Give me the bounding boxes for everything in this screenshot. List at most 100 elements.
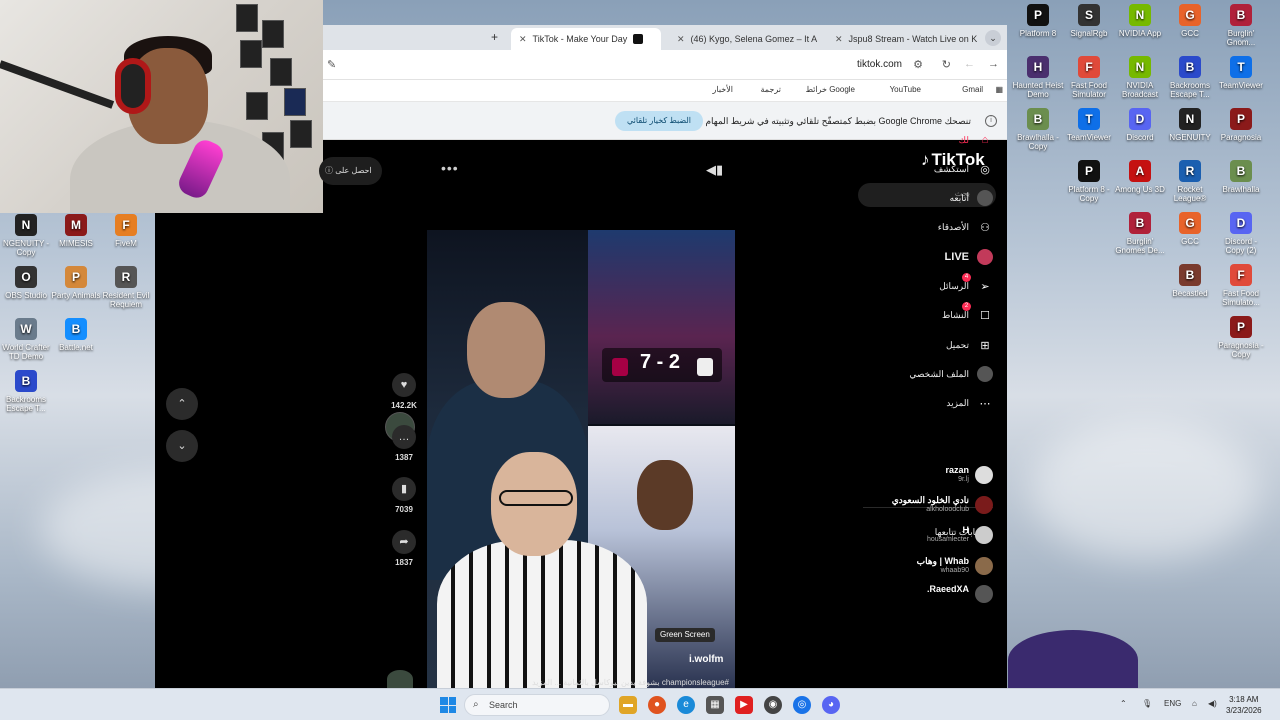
- file-explorer-icon[interactable]: ▬: [619, 696, 637, 714]
- desktop-icon[interactable]: G GCC: [1164, 212, 1216, 246]
- followed-account[interactable]: نادي الخلود السعودي alkholoodclub: [843, 495, 993, 517]
- close-icon[interactable]: ✕: [519, 34, 527, 45]
- clock[interactable]: 3:18 AM 3/23/2026: [1226, 694, 1262, 716]
- followed-account[interactable]: razan 9r.lj: [843, 465, 993, 487]
- desktop-icon[interactable]: R Rocket League®: [1164, 160, 1216, 203]
- desktop-icon-label: GCC: [1181, 237, 1199, 246]
- nav-item-3[interactable]: ⚇ الأصدقاء: [938, 217, 993, 237]
- nav-item-0[interactable]: ⌂ لك: [959, 130, 993, 150]
- forward-arrow-icon[interactable]: ←: [964, 58, 975, 70]
- bookmark-google-maps[interactable]: خرائط Google: [806, 85, 855, 94]
- desktop-icon[interactable]: D Discord - Copy (2): [1215, 212, 1267, 255]
- close-icon[interactable]: ✕: [677, 34, 685, 45]
- firefox-icon[interactable]: ●: [648, 696, 666, 714]
- desktop-icon[interactable]: N NVIDIA Broadcast: [1114, 56, 1166, 99]
- green-screen-tag[interactable]: Green Screen: [655, 628, 715, 642]
- desktop-icon[interactable]: N NGENUITY: [1164, 108, 1216, 142]
- desktop-icon[interactable]: P Platform 8 - Copy: [1063, 160, 1115, 203]
- more-options-icon[interactable]: •••: [441, 160, 459, 176]
- reload-icon[interactable]: ↻: [942, 58, 951, 71]
- nav-item-9[interactable]: ⋯ المزيد: [946, 393, 993, 413]
- desktop-icon[interactable]: B Backrooms Escape T...: [1164, 56, 1216, 99]
- desktop-icon[interactable]: F Fast Food Simulator: [1063, 56, 1115, 99]
- discord-taskbar-icon[interactable]: ◕: [822, 696, 840, 714]
- new-tab-button[interactable]: +: [491, 30, 498, 44]
- followed-account[interactable]: Hhousamlecter: [843, 525, 993, 547]
- desktop-icon[interactable]: B Becastled: [1164, 264, 1216, 298]
- close-icon[interactable]: ✕: [835, 34, 843, 45]
- desktop-icon[interactable]: P Paragnosia: [1215, 108, 1267, 142]
- desktop-icon[interactable]: S SignalRgb: [1063, 4, 1115, 38]
- nav-item-5[interactable]: ➢ الرسائل 4: [939, 273, 993, 296]
- desktop-icon[interactable]: G GCC: [1164, 4, 1216, 38]
- tab-youtube[interactable]: ✕ (46) Kygo, Selena Gomez – It A: [669, 28, 819, 50]
- nav-item-6[interactable]: ☐ النشاط 2: [941, 302, 993, 325]
- save-button[interactable]: ▮ 7039: [387, 477, 421, 514]
- video-player[interactable]: 7 - 2 Green Screen i.wolfm #championslea…: [427, 230, 735, 688]
- previous-video-button[interactable]: ⌃: [166, 388, 198, 420]
- url-text[interactable]: tiktok.com: [857, 59, 902, 70]
- steam-icon[interactable]: ◉: [764, 696, 782, 714]
- followed-account[interactable]: RaeedXA.: [843, 584, 993, 606]
- desktop-icon[interactable]: B Burglin' Gnomes De...: [1114, 212, 1166, 255]
- bookmark-news[interactable]: الأخبار: [713, 85, 733, 94]
- bookmark-translate[interactable]: ترجمة: [761, 85, 782, 94]
- bookmark-gmail[interactable]: Gmail: [962, 85, 983, 94]
- edit-icon[interactable]: ✎: [327, 58, 336, 71]
- site-settings-icon[interactable]: ⚙: [913, 58, 923, 71]
- like-button[interactable]: ♥ 142.2K: [387, 373, 421, 410]
- show-hidden-icons-icon[interactable]: ⌃: [1120, 699, 1127, 708]
- followed-account[interactable]: Whab | وهاب whaab90: [843, 556, 993, 578]
- desktop-icon[interactable]: T TeamViewer: [1063, 108, 1115, 142]
- nav-item-8[interactable]: الملف الشخصي: [909, 364, 993, 384]
- desktop-icon[interactable]: P Paragnosia - Copy: [1215, 316, 1267, 359]
- burglin-gnomes-icon: B: [1230, 4, 1252, 26]
- next-creator-avatar[interactable]: [387, 670, 413, 688]
- browser-window: + ✕ TikTok - Make Your Day ✕ (46) Kygo, …: [319, 25, 1007, 688]
- like-count: 142.2K: [391, 401, 417, 410]
- desktop-icon[interactable]: B Burglin' Gnom...: [1215, 4, 1267, 47]
- language-indicator[interactable]: ENG: [1164, 699, 1181, 708]
- tab-tiktok[interactable]: ✕ TikTok - Make Your Day: [511, 28, 661, 50]
- desktop-icon[interactable]: B Brawlhalla - Copy: [1012, 108, 1064, 151]
- youtube-app-icon[interactable]: ▶: [735, 696, 753, 714]
- comment-button[interactable]: … 1387: [387, 425, 421, 462]
- tab-search-chevron-icon[interactable]: ⌄: [985, 30, 1001, 46]
- desktop-icon[interactable]: B Brawlhalla: [1215, 160, 1267, 194]
- taskbar-search-input[interactable]: ⌕ Search: [464, 694, 610, 716]
- desktop-icon[interactable]: D Discord: [1114, 108, 1166, 142]
- account-name: RaeedXA.: [926, 584, 969, 594]
- nav-item-1[interactable]: ◎ استكشف: [934, 159, 993, 179]
- chrome-icon[interactable]: ◎: [793, 696, 811, 714]
- microphone-icon[interactable]: 🎙: [1142, 699, 1152, 708]
- volume-tray-icon[interactable]: ◀): [1208, 699, 1217, 708]
- bookmark-youtube[interactable]: YouTube: [890, 85, 921, 94]
- next-video-button[interactable]: ⌄: [166, 430, 198, 462]
- nav-item-7[interactable]: ⊞ تحميل: [946, 335, 993, 355]
- edge-icon[interactable]: e: [677, 696, 695, 714]
- desktop-icon[interactable]: P Platform 8: [1012, 4, 1064, 38]
- microsoft-store-icon[interactable]: ▦: [706, 696, 724, 714]
- nav-item-2[interactable]: أتابعه: [950, 188, 993, 208]
- nav-label: أتابعه: [949, 192, 969, 203]
- desktop-icon[interactable]: H Haunted Heist Demo: [1012, 56, 1064, 99]
- get-app-button[interactable]: احصل على ⓘ: [319, 157, 382, 185]
- desktop-icon[interactable]: N NVIDIA App: [1114, 4, 1166, 38]
- info-icon: i: [985, 115, 997, 127]
- tab-kick[interactable]: ✕ Jspu8 Stream - Watch Live on K: [827, 28, 977, 50]
- video-username[interactable]: i.wolfm: [689, 654, 723, 665]
- nav-label: النشاط: [941, 309, 969, 320]
- nav-item-4[interactable]: LIVE: [945, 247, 993, 267]
- volume-icon[interactable]: ◀▮: [706, 162, 723, 178]
- barcelona-crest-icon: [612, 358, 628, 376]
- share-button[interactable]: ➦ 1837: [387, 530, 421, 567]
- desktop-icon[interactable]: A Among Us 3D: [1114, 160, 1166, 194]
- apps-grid-icon[interactable]: ▦: [995, 85, 1003, 94]
- back-arrow-icon[interactable]: →: [988, 58, 999, 70]
- set-default-button[interactable]: الضبط كخيار تلقائي: [615, 111, 703, 131]
- desktop-icon[interactable]: F Fast Food Simulato...: [1215, 264, 1267, 307]
- windows-start-icon[interactable]: [440, 697, 456, 713]
- video-description[interactable]: #championsleague بشوفة يدين نيوكاسل بالث…: [437, 678, 729, 687]
- desktop-icon[interactable]: T TeamViewer: [1215, 56, 1267, 90]
- network-icon[interactable]: ⌂: [1192, 699, 1197, 708]
